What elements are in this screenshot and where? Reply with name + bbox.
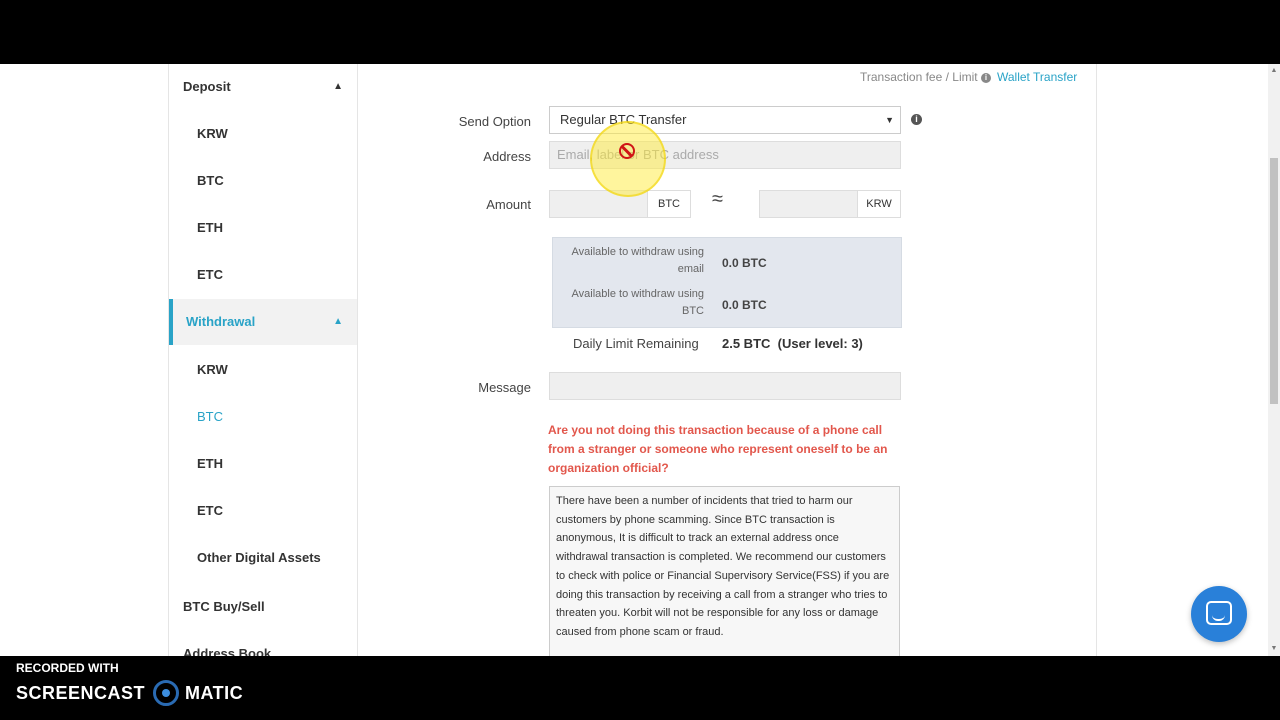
sidebar-address-book[interactable]: Address Book bbox=[183, 646, 271, 656]
available-email-value: 0.0 BTC bbox=[722, 256, 767, 270]
krw-unit-label: KRW bbox=[857, 191, 900, 217]
btc-unit-label: BTC bbox=[647, 191, 690, 217]
fee-limit-link[interactable]: Transaction fee / Limit i bbox=[860, 70, 991, 84]
recorder-watermark: RECORDED WITH SCREENCAST MATIC bbox=[0, 656, 1280, 720]
page-scrollbar[interactable]: ▲ ▼ bbox=[1268, 64, 1280, 656]
amount-label: Amount bbox=[486, 197, 531, 212]
chat-icon bbox=[1206, 601, 1232, 625]
daily-limit-label: Daily Limit Remaining bbox=[573, 336, 699, 351]
chat-button[interactable] bbox=[1191, 586, 1247, 642]
sidebar-deposit-krw[interactable]: KRW bbox=[197, 126, 228, 141]
sidebar-deposit-header[interactable]: Deposit ▲ bbox=[169, 64, 357, 110]
scam-notice-textarea[interactable]: There have been a number of incidents th… bbox=[549, 486, 900, 656]
recorder-caption: RECORDED WITH bbox=[16, 661, 119, 675]
daily-limit-value: 2.5 BTC (User level: 3) bbox=[722, 336, 863, 351]
sidebar: Deposit ▲ KRW BTC ETH ETC Withdrawal ▲ K… bbox=[168, 64, 358, 656]
not-allowed-cursor-icon bbox=[619, 143, 635, 159]
available-btc-value: 0.0 BTC bbox=[722, 298, 767, 312]
sidebar-deposit-eth[interactable]: ETH bbox=[197, 220, 223, 235]
recorder-logo: SCREENCAST MATIC bbox=[16, 680, 243, 706]
send-option-label: Send Option bbox=[458, 114, 531, 129]
sidebar-deposit-etc[interactable]: ETC bbox=[197, 267, 223, 282]
chevron-up-icon: ▲ bbox=[333, 316, 343, 327]
amount-krw-input[interactable]: KRW bbox=[759, 190, 901, 218]
sidebar-withdrawal-eth[interactable]: ETH bbox=[197, 456, 223, 471]
sidebar-btc-buy-sell[interactable]: BTC Buy/Sell bbox=[183, 599, 265, 614]
sidebar-withdrawal-other[interactable]: Other Digital Assets bbox=[197, 550, 321, 565]
available-email-label: Available to withdraw using email bbox=[571, 246, 704, 275]
scroll-up-icon[interactable]: ▲ bbox=[1268, 66, 1280, 76]
sidebar-withdrawal-btc[interactable]: BTC bbox=[197, 409, 223, 424]
sidebar-withdrawal-krw[interactable]: KRW bbox=[197, 362, 228, 377]
sidebar-deposit-btc[interactable]: BTC bbox=[197, 173, 224, 188]
info-icon[interactable]: i bbox=[911, 114, 922, 125]
address-label: Address bbox=[483, 149, 531, 164]
message-label: Message bbox=[478, 380, 531, 395]
page: Deposit ▲ KRW BTC ETH ETC Withdrawal ▲ K… bbox=[0, 64, 1268, 656]
approx-icon: ≈ bbox=[712, 188, 723, 210]
scam-warning-text: Are you not doing this transaction becau… bbox=[548, 423, 888, 475]
info-icon: i bbox=[980, 73, 991, 83]
scroll-down-icon[interactable]: ▼ bbox=[1268, 644, 1280, 654]
caret-down-icon: ▼ bbox=[885, 115, 894, 125]
message-input[interactable] bbox=[549, 372, 901, 400]
scroll-thumb[interactable] bbox=[1270, 158, 1278, 404]
chevron-up-icon: ▲ bbox=[333, 81, 343, 92]
cursor-highlight bbox=[590, 121, 666, 197]
wallet-transfer-link[interactable]: Wallet Transfer bbox=[997, 70, 1077, 84]
record-icon bbox=[153, 680, 180, 706]
available-btc-label: Available to withdraw using BTC bbox=[571, 288, 704, 317]
video-top-bar bbox=[0, 0, 1280, 64]
sidebar-withdrawal-etc[interactable]: ETC bbox=[197, 503, 223, 518]
sidebar-withdrawal-header[interactable]: Withdrawal ▲ bbox=[169, 299, 357, 345]
